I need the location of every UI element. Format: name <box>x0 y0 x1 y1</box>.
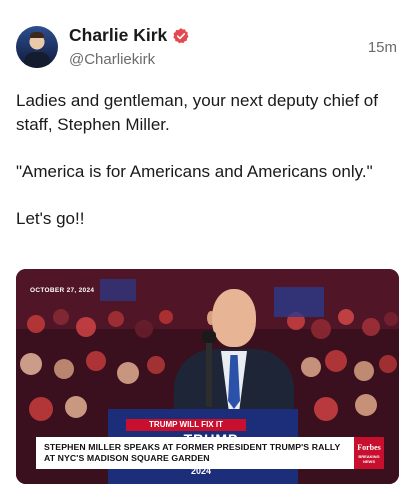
post-timestamp: 15m <box>367 39 397 56</box>
news-banner: STEPHEN MILLER SPEAKS AT FORMER PRESIDEN… <box>36 437 356 469</box>
avatar-suit <box>24 52 50 68</box>
forbes-logo: Forbes BREAKING NEWS <box>354 437 384 469</box>
speaker-head <box>212 289 256 347</box>
author-handle[interactable]: @Charliekirk <box>69 51 155 68</box>
forbes-logo-sub: BREAKING NEWS <box>358 454 380 464</box>
author-name-row: Charlie Kirk <box>69 25 190 46</box>
podium-sign-slogan: TRUMP WILL FIX IT <box>126 419 246 431</box>
microphone-icon <box>202 331 216 343</box>
microphone-stand <box>206 337 212 407</box>
verified-badge-icon <box>172 27 190 45</box>
video-date-tag: OCTOBER 27, 2024 <box>30 287 95 294</box>
post-paragraph-3: Let's go!! <box>16 208 85 228</box>
post-paragraph-2: "America is for Americans and Americans … <box>16 161 373 181</box>
forbes-logo-word: Forbes <box>357 443 381 452</box>
post-body: Ladies and gentleman, your next deputy c… <box>16 89 401 230</box>
avatar[interactable] <box>16 26 58 68</box>
post-card: Charlie Kirk @Charliekirk 15m Ladies and… <box>0 0 415 500</box>
avatar-hair <box>30 32 44 38</box>
post-media-image[interactable]: OCTOBER 27, 2024 TRUMP WILL FIX IT TRUMP… <box>16 269 399 484</box>
author-display-name[interactable]: Charlie Kirk <box>69 25 167 46</box>
post-paragraph-1: Ladies and gentleman, your next deputy c… <box>16 91 378 134</box>
news-banner-text: STEPHEN MILLER SPEAKS AT FORMER PRESIDEN… <box>44 442 341 463</box>
